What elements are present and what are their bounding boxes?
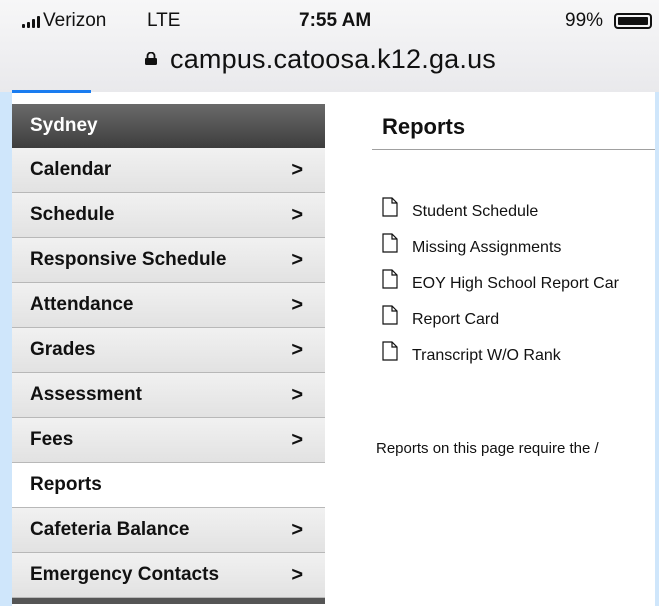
frame-edge-left [0, 92, 12, 606]
sidebar: Sydney Calendar > Schedule > Responsive Sche… [12, 104, 325, 604]
chevron-right-icon: > [291, 564, 303, 586]
report-list: Student Schedule Missing Assignments EOY H… [382, 192, 659, 372]
chevron-right-icon: > [291, 339, 303, 361]
sidebar-item-label: Reports [30, 474, 102, 495]
clock: 7:55 AM [299, 10, 372, 31]
sidebar-item-cafeteria-balance[interactable]: Cafeteria Balance > [12, 508, 325, 553]
sidebar-item-label: Cafeteria Balance [30, 519, 190, 540]
sidebar-item-schedule[interactable]: Schedule > [12, 193, 325, 238]
sidebar-item-reports[interactable]: Reports [12, 463, 325, 508]
network-label: LTE [147, 10, 181, 31]
carrier-label: Verizon [43, 10, 107, 31]
url-text[interactable]: campus.catoosa.k12.ga.us [170, 44, 496, 75]
report-label: Report Card [412, 311, 500, 328]
frame-edge-right [655, 92, 659, 606]
document-icon [382, 341, 398, 361]
report-link[interactable]: Missing Assignments [382, 228, 659, 264]
sidebar-item-attendance[interactable]: Attendance > [12, 283, 325, 328]
page-load-progress [12, 90, 92, 93]
sidebar-item-calendar[interactable]: Calendar > [12, 148, 325, 193]
sidebar-student-name: Sydney [12, 104, 325, 148]
document-icon [382, 269, 398, 289]
sidebar-item-label: Schedule [30, 204, 115, 225]
sidebar-item-label: Emergency Contacts [30, 564, 220, 585]
report-label: EOY High School Report Car [412, 275, 619, 292]
sidebar-item-label: Responsive Schedule [30, 249, 227, 270]
chevron-right-icon: > [291, 519, 303, 541]
sidebar-item-assessment[interactable]: Assessment > [12, 373, 325, 418]
chevron-right-icon: > [291, 294, 303, 316]
main-content: Reports Student Schedule Missing Assignme… [370, 104, 659, 606]
browser-chrome: Verizon LTE 7:55 AM 99% campus.catoosa.k… [0, 0, 659, 93]
chevron-right-icon: > [291, 204, 303, 226]
chevron-right-icon: > [291, 429, 303, 451]
report-link[interactable]: Student Schedule [382, 192, 659, 228]
battery-icon [614, 13, 652, 29]
signal-bars-icon [22, 16, 40, 28]
battery-percent: 99% [565, 10, 604, 31]
sidebar-item-emergency-contacts[interactable]: Emergency Contacts > [12, 553, 325, 598]
sidebar-bottom-edge [12, 598, 325, 604]
report-label: Transcript W/O Rank [412, 347, 561, 364]
sidebar-item-label: Grades [30, 339, 96, 360]
sidebar-item-fees[interactable]: Fees > [12, 418, 325, 463]
report-link[interactable]: EOY High School Report Car [382, 264, 659, 300]
sidebar-item-label: Calendar [30, 159, 112, 180]
battery-fill [618, 17, 648, 25]
report-label: Missing Assignments [412, 239, 562, 256]
address-bar[interactable]: campus.catoosa.k12.ga.us [0, 42, 659, 78]
reports-note: Reports on this page require the / [376, 440, 599, 457]
chevron-right-icon: > [291, 249, 303, 271]
title-divider [372, 149, 659, 150]
document-icon [382, 233, 398, 253]
status-bar: Verizon LTE 7:55 AM 99% [0, 10, 659, 34]
sidebar-item-grades[interactable]: Grades > [12, 328, 325, 373]
chevron-right-icon: > [291, 159, 303, 181]
document-icon [382, 197, 398, 217]
sidebar-item-responsive-schedule[interactable]: Responsive Schedule > [12, 238, 325, 283]
page-title: Reports [382, 114, 466, 139]
report-label: Student Schedule [412, 203, 539, 220]
report-link[interactable]: Transcript W/O Rank [382, 336, 659, 372]
lock-icon [145, 52, 157, 65]
sidebar-item-label: Fees [30, 429, 74, 450]
sidebar-item-label: Assessment [30, 384, 142, 405]
sidebar-item-label: Attendance [30, 294, 134, 315]
chevron-right-icon: > [291, 384, 303, 406]
document-icon [382, 305, 398, 325]
report-link[interactable]: Report Card [382, 300, 659, 336]
